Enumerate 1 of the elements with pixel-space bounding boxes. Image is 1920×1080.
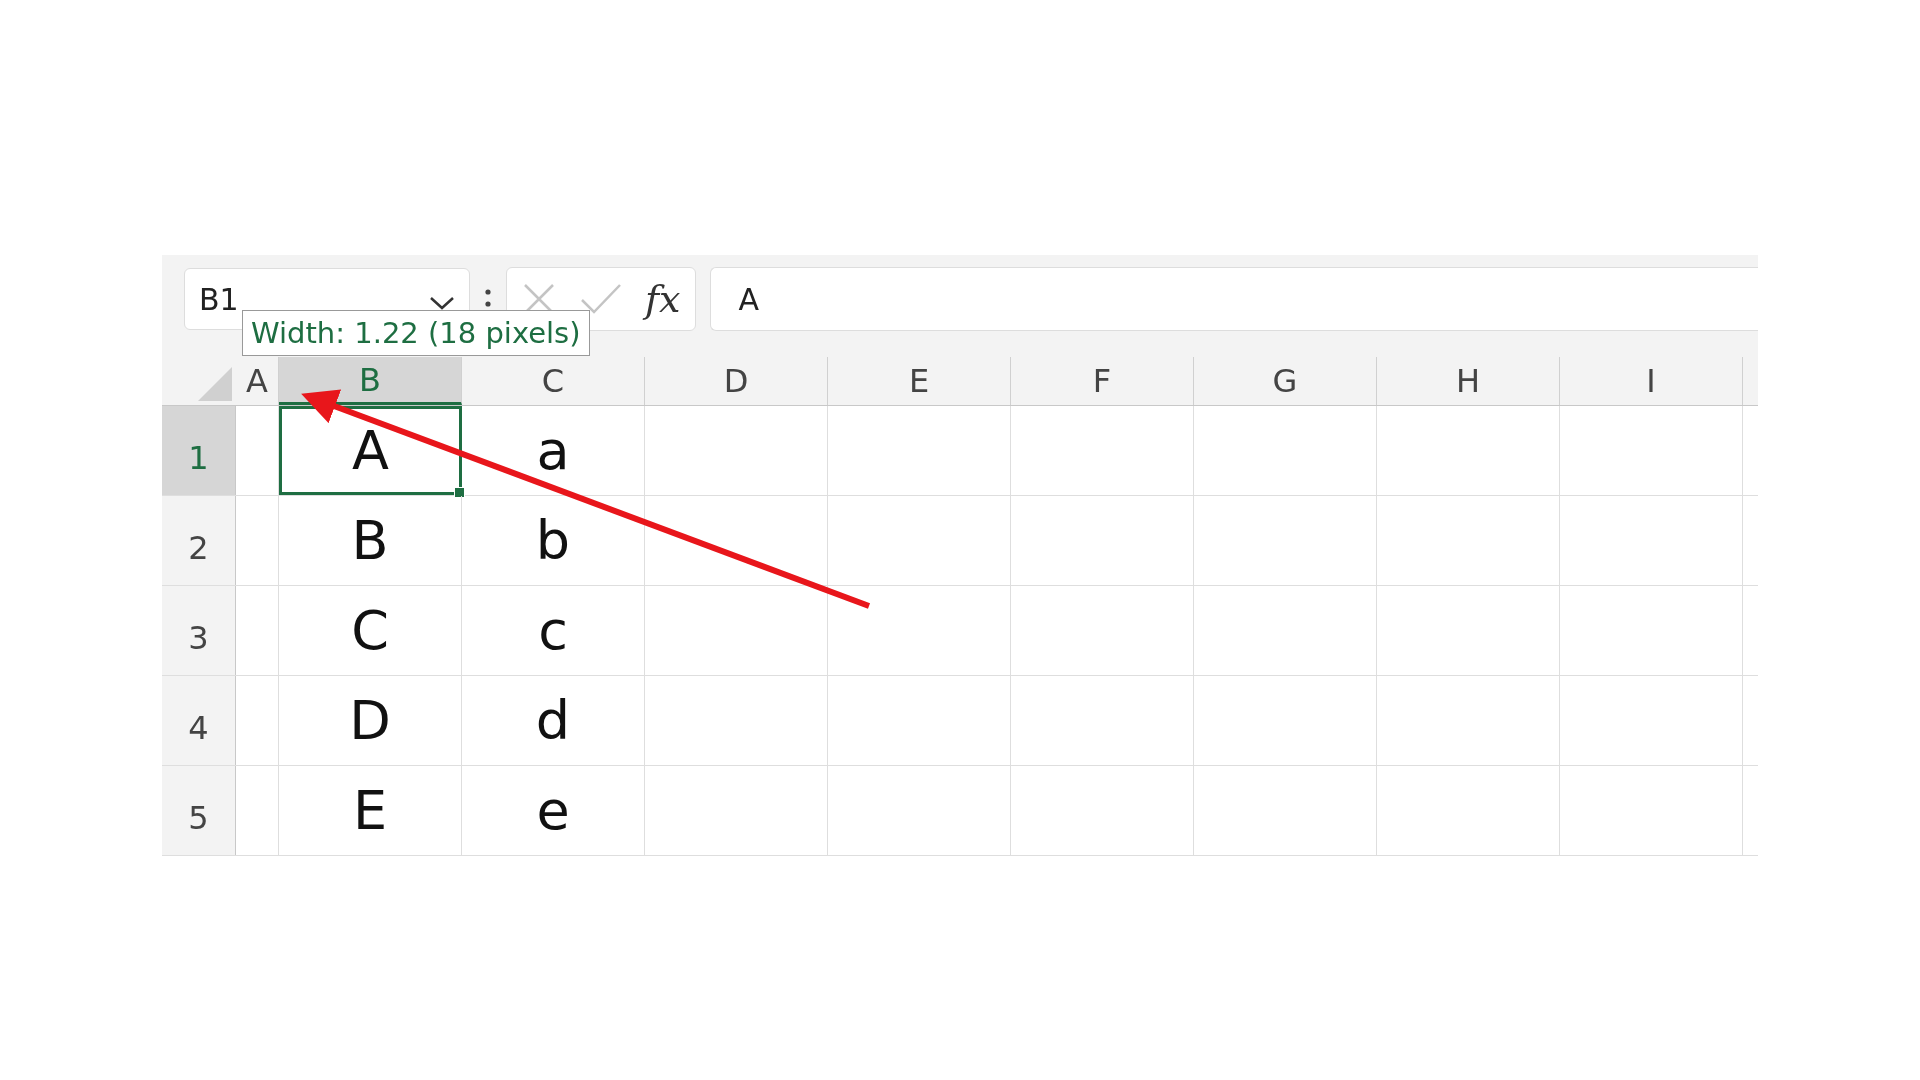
column-width-tooltip: Width: 1.22 (18 pixels)	[242, 310, 590, 356]
